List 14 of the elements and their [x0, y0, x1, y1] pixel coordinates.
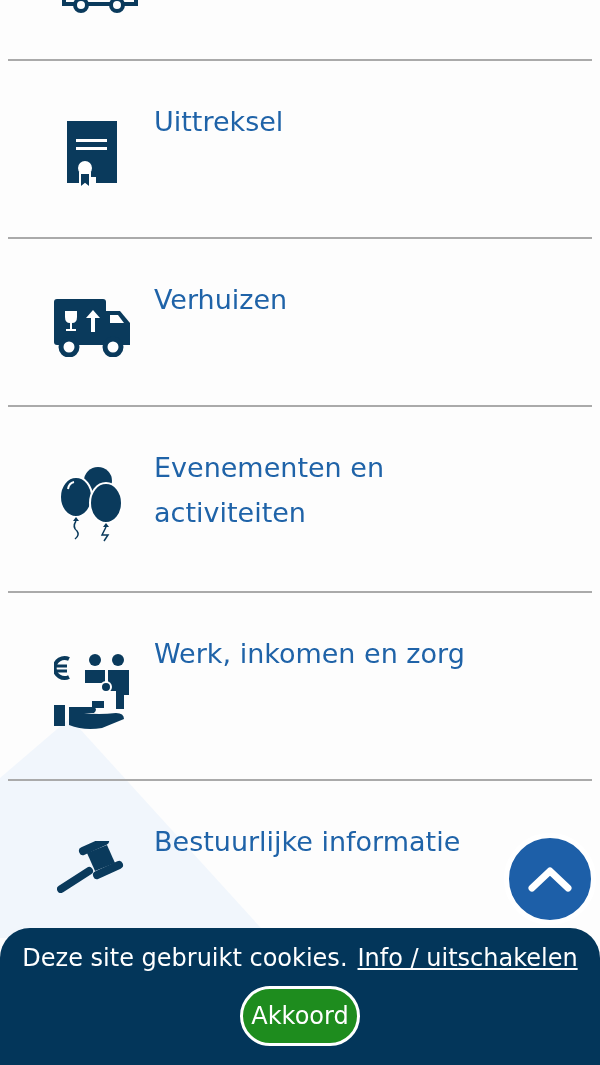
category-link[interactable]: Verhuizen	[154, 277, 484, 322]
category-link[interactable]: Uittreksel	[154, 99, 484, 144]
helping-hand-icon	[54, 653, 130, 731]
info-link[interactable]: Info / uitschakelen	[357, 940, 578, 976]
category-link[interactable]: Evenementen en activiteiten	[154, 445, 484, 535]
category-link[interactable]: Bestuurlijke informatie	[154, 819, 484, 864]
certificate-icon	[66, 121, 118, 189]
car-icon	[62, 0, 138, 14]
chevron-up-icon	[528, 866, 572, 892]
category-link[interactable]: Werk, inkomen en zorg	[154, 631, 484, 676]
balloons-icon	[60, 467, 124, 543]
cookie-message: Deze site gebruikt cookies.	[22, 943, 348, 974]
accept-button[interactable]: Akkoord	[240, 986, 360, 1046]
moving-truck-icon	[54, 299, 130, 357]
